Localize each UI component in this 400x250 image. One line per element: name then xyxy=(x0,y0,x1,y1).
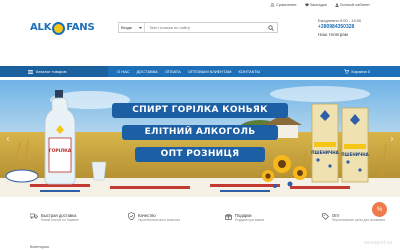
heart-icon xyxy=(304,2,309,7)
bottle-label: ГОРІЛКА xyxy=(49,148,72,154)
search-category-select[interactable]: Везде xyxy=(119,23,145,32)
nav-item-delivery[interactable]: Доставка xyxy=(137,69,158,74)
chevron-down-icon xyxy=(139,26,142,29)
feature-subtitle: Гарантия высокого качества xyxy=(138,218,180,222)
compare-icon xyxy=(270,3,275,6)
phone-number[interactable]: +380984350328 xyxy=(318,24,388,30)
catalog-label: Каталог товаров xyxy=(36,69,67,74)
nav-item-contacts[interactable]: Контакты xyxy=(239,69,261,74)
search-bar: Везде xyxy=(118,22,278,33)
contacts-block: Ежедневно 9:00 - 19:00 +380984350328 Наш… xyxy=(318,18,388,38)
logo-text-right: FANS xyxy=(66,21,95,33)
cart-label: Корзина 0 xyxy=(351,69,370,74)
search-button[interactable] xyxy=(265,23,277,32)
box-label-right: ПШЕНИЧНА xyxy=(341,152,369,157)
banner-headline-2: ЕЛІТНИЙ АЛКОГОЛЬ xyxy=(122,125,278,140)
gift-icon xyxy=(224,212,232,220)
banner-headline-3: ОПТ РОЗНИЦЯ xyxy=(135,147,265,162)
top-utility-bar: Сравнение Закладки Личный кабинет xyxy=(0,0,400,9)
feature-item: Быстрая доставка Новой почтой по Украине xyxy=(30,205,109,235)
nav-item-payment[interactable]: Оплата xyxy=(165,69,181,74)
banner-headline-1: СПИРТ ГОРІЛКА КОНЬЯК xyxy=(112,103,288,118)
slider-prev-arrow-icon[interactable]: ‹ xyxy=(4,134,12,144)
slider-next-arrow-icon[interactable]: › xyxy=(388,134,396,144)
main-navbar: Каталог товаров О нас Доставка Оплата Оп… xyxy=(0,66,400,77)
wishlist-link[interactable]: Закладки xyxy=(304,2,327,7)
user-icon xyxy=(335,2,339,7)
nav-item-about[interactable]: О нас xyxy=(117,69,130,74)
hero-banner[interactable]: ГОРІЛКА ПШЕНИЧНА ПШЕНИЧНА СПИРТ ГОРІЛКА … xyxy=(0,80,400,197)
feature-subtitle: Подарки при заказе xyxy=(235,218,265,222)
shield-icon xyxy=(127,212,135,220)
nav-item-wholesale[interactable]: Оптовым клиентам xyxy=(188,69,232,74)
compare-link[interactable]: Сравнение xyxy=(270,2,297,7)
catalog-menu-button[interactable]: Каталог товаров xyxy=(0,66,108,77)
site-logo[interactable]: ALK FANS xyxy=(30,14,102,40)
hamburger-icon xyxy=(28,69,33,74)
discount-badge-button[interactable]: % xyxy=(372,202,387,217)
feature-item: Подарки Подарки при заказе xyxy=(224,205,303,235)
compare-label: Сравнение xyxy=(276,2,297,7)
watermark: seoraport.ua xyxy=(363,240,392,246)
search-category-value: Везде xyxy=(121,25,133,30)
telegram-link[interactable]: Наш телеграм xyxy=(318,32,388,38)
feature-subtitle: Персональные цены для оптовиков xyxy=(332,218,385,222)
section-title: Категории xyxy=(30,244,49,249)
logo-emblem-icon xyxy=(52,21,66,35)
cart-button[interactable]: Корзина 0 xyxy=(344,66,370,77)
feature-item: Опт Персональные цены для оптовиков xyxy=(321,205,400,235)
logo-text-left: ALK xyxy=(30,21,52,33)
wishlist-label: Закладки xyxy=(309,2,327,7)
features-row: Быстрая доставка Новой почтой по Украине… xyxy=(0,205,400,235)
search-icon xyxy=(268,24,274,31)
cart-icon xyxy=(344,69,350,74)
truck-icon xyxy=(30,212,38,220)
percent-icon: % xyxy=(376,206,383,213)
account-label: Личный кабинет xyxy=(339,2,370,7)
feature-subtitle: Новой почтой по Украине xyxy=(41,218,79,222)
top-menu: О нас Доставка Оплата Оптовым клиентам К… xyxy=(108,69,260,74)
search-input[interactable] xyxy=(145,23,265,32)
account-link[interactable]: Личный кабинет xyxy=(335,2,370,7)
feature-item: Качество Гарантия высокого качества xyxy=(127,205,206,235)
tag-icon xyxy=(321,212,329,220)
box-label-left: ПШЕНИЧНА xyxy=(311,150,339,155)
